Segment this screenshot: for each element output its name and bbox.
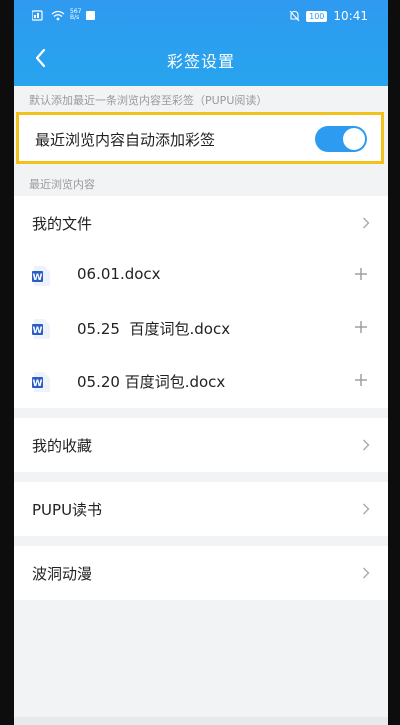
list-row-bodong[interactable]: 波洞动漫 <box>14 546 388 600</box>
battery-icon: 100 <box>306 10 328 22</box>
add-icon[interactable] <box>354 320 368 334</box>
network-speed: 567 B/s <box>70 9 81 21</box>
file-row[interactable]: W 05.20 百度词包.docx <box>14 354 388 408</box>
auto-add-setting-row: 最近浏览内容自动添加彩签 <box>16 112 384 164</box>
default-hint-text: 默认添加最近一条浏览内容至彩签（PUPU阅读） <box>29 94 268 107</box>
favorites-card: 我的收藏 <box>14 418 388 472</box>
svg-text:W: W <box>33 379 43 389</box>
notification-square-icon <box>86 10 96 20</box>
network-speed-unit: B/s <box>70 14 80 21</box>
status-right: 100 10:41 <box>289 9 368 23</box>
status-left: 567 B/s <box>32 9 96 21</box>
nav-bar: 彩签设置 <box>14 38 388 78</box>
pupu-label: PUPU读书 <box>32 501 103 519</box>
file-row[interactable]: W 06.01.docx <box>14 248 388 302</box>
mute-bell-icon <box>289 10 300 22</box>
chevron-right-icon <box>363 503 370 515</box>
pupu-card: PUPU读书 <box>14 482 388 536</box>
word-doc-icon: W <box>32 372 50 392</box>
favorites-label: 我的收藏 <box>32 437 93 455</box>
file-name: 06.01.docx <box>77 265 161 283</box>
toggle-knob <box>343 128 365 150</box>
word-doc-icon: W <box>32 266 50 286</box>
phone-screen: 567 B/s 100 10:41 彩签设置 默认添加最近一条浏览内容至彩签（P… <box>14 0 388 725</box>
list-row-favorites[interactable]: 我的收藏 <box>14 418 388 472</box>
svg-text:W: W <box>33 326 43 336</box>
my-files-label: 我的文件 <box>32 215 93 233</box>
section-label-recent: 最近浏览内容 <box>29 178 95 191</box>
file-name: 05.20 百度词包.docx <box>77 373 226 391</box>
screen-bottom-edge <box>14 717 388 725</box>
list-row-pupu[interactable]: PUPU读书 <box>14 482 388 536</box>
my-files-row[interactable]: 我的文件 <box>14 196 388 250</box>
bodong-label: 波洞动漫 <box>32 565 93 583</box>
signal-icon <box>32 9 43 21</box>
file-row[interactable]: W 05.25 百度词包.docx <box>14 301 388 355</box>
svg-text:W: W <box>33 273 43 283</box>
auto-add-label: 最近浏览内容自动添加彩签 <box>35 131 216 149</box>
status-time: 10:41 <box>333 9 368 23</box>
add-icon[interactable] <box>354 267 368 281</box>
file-name: 05.25 百度词包.docx <box>77 320 231 338</box>
add-icon[interactable] <box>354 373 368 387</box>
status-bar: 567 B/s 100 10:41 <box>14 0 388 30</box>
auto-add-toggle[interactable] <box>315 126 367 152</box>
my-files-card: 我的文件 W 06.01.docx W 05.25 百度词包.docx W 05… <box>14 196 388 408</box>
page-title: 彩签设置 <box>166 52 235 71</box>
word-doc-icon: W <box>32 319 50 339</box>
wifi-icon <box>51 10 65 20</box>
chevron-right-icon <box>363 567 370 579</box>
top-bar: 567 B/s 100 10:41 彩签设置 <box>14 0 388 86</box>
chevron-right-icon <box>363 439 370 451</box>
bodong-card: 波洞动漫 <box>14 546 388 600</box>
chevron-right-icon <box>363 217 370 229</box>
